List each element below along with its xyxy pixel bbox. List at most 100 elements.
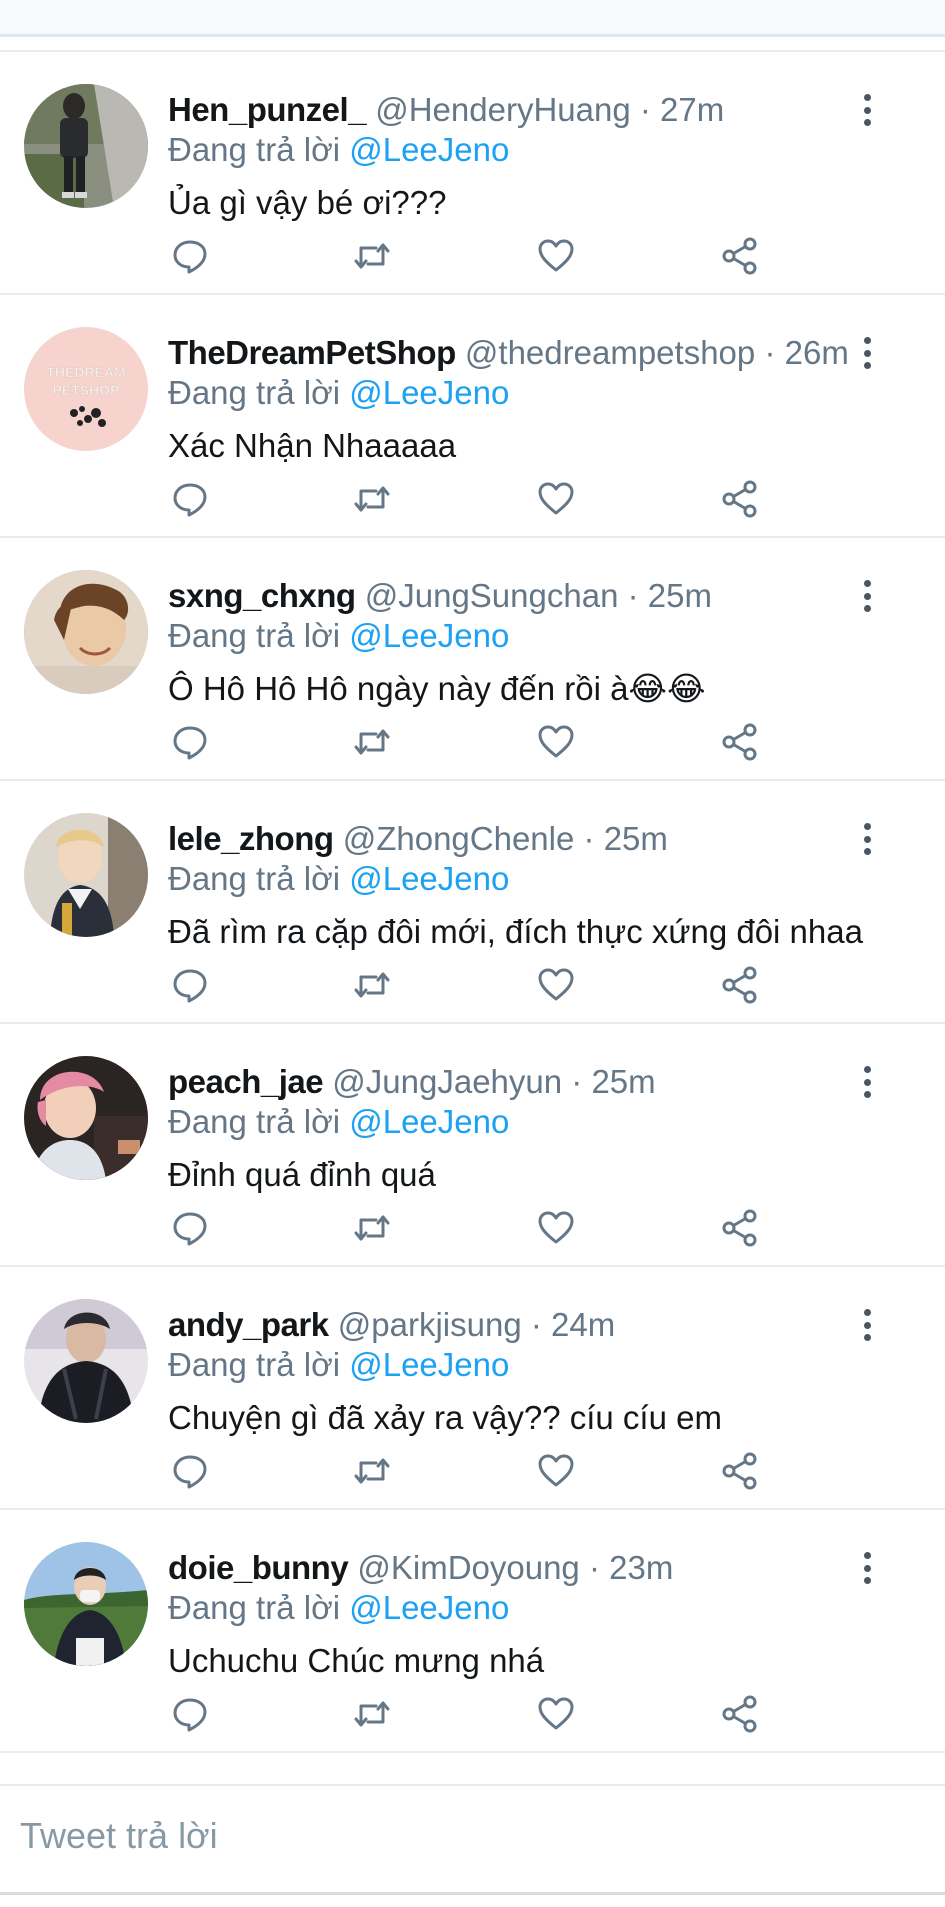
reply-tweet[interactable]: THEDREAM PETSHOP TheDreamPetShop @thedre…: [0, 295, 945, 538]
tweet-text: Uchuchu Chúc mưng nhá: [168, 1642, 545, 1679]
replying-to: Đang trả lời @LeeJeno: [168, 616, 509, 656]
timestamp[interactable]: 25m: [604, 820, 668, 857]
mention-link[interactable]: @LeeJeno: [349, 374, 509, 411]
user-handle[interactable]: @parkjisung: [338, 1306, 522, 1343]
avatar[interactable]: [24, 1299, 148, 1423]
tweet-reply-input[interactable]: [20, 1806, 900, 1866]
tweet-text: Đỉnh quá đỉnh quá: [168, 1156, 436, 1193]
reply-icon[interactable]: [168, 1206, 212, 1250]
display-name[interactable]: andy_park: [168, 1306, 329, 1343]
like-heart-icon[interactable]: [534, 963, 578, 1007]
separator-dot: ·: [530, 1306, 542, 1343]
more-options-icon[interactable]: [847, 331, 887, 375]
reply-icon[interactable]: [168, 1692, 212, 1736]
reply-tweet[interactable]: andy_park @parkjisung · 24m Đang trả lời…: [0, 1267, 945, 1510]
separator-dot: ·: [588, 1549, 600, 1586]
more-options-icon[interactable]: [847, 1546, 887, 1590]
user-handle[interactable]: @JungSungchan: [365, 577, 619, 614]
avatar[interactable]: [24, 84, 148, 208]
tweet-text: Ủa gì vậy bé ơi???: [168, 184, 447, 221]
share-icon[interactable]: [718, 234, 762, 278]
user-handle[interactable]: @KimDoyoung: [357, 1549, 579, 1586]
mention-link[interactable]: @LeeJeno: [349, 860, 509, 897]
like-heart-icon[interactable]: [534, 1206, 578, 1250]
replying-to: Đang trả lời @LeeJeno: [168, 1588, 509, 1628]
avatar[interactable]: [24, 1056, 148, 1180]
like-heart-icon[interactable]: [534, 1692, 578, 1736]
display-name[interactable]: TheDreamPetShop: [168, 334, 456, 371]
more-options-icon[interactable]: [847, 574, 887, 618]
avatar[interactable]: [24, 1542, 148, 1666]
replying-to-label: Đang trả lời: [168, 617, 341, 654]
timestamp[interactable]: 24m: [551, 1306, 615, 1343]
mention-link[interactable]: @LeeJeno: [349, 1103, 509, 1140]
avatar[interactable]: [24, 813, 148, 937]
like-heart-icon[interactable]: [534, 1449, 578, 1493]
top-divider: [0, 37, 945, 52]
retweet-icon[interactable]: [350, 720, 394, 764]
reply-icon[interactable]: [168, 234, 212, 278]
mention-link[interactable]: @LeeJeno: [349, 1589, 509, 1626]
mention-link[interactable]: @LeeJeno: [349, 617, 509, 654]
display-name[interactable]: doie_bunny: [168, 1549, 349, 1586]
mention-link[interactable]: @LeeJeno: [349, 1346, 509, 1383]
like-heart-icon[interactable]: [534, 234, 578, 278]
retweet-icon[interactable]: [350, 1692, 394, 1736]
reply-tweet[interactable]: doie_bunny @KimDoyoung · 23m Đang trả lờ…: [0, 1510, 945, 1753]
retweet-icon[interactable]: [350, 1206, 394, 1250]
reply-tweet[interactable]: sxng_chxng @JungSungchan · 25m Đang trả …: [0, 538, 945, 781]
tweet-header: lele_zhong @ZhongChenle · 25m: [168, 819, 865, 859]
share-icon[interactable]: [718, 1449, 762, 1493]
share-icon[interactable]: [718, 477, 762, 521]
display-name[interactable]: Hen_punzel_: [168, 91, 367, 128]
reply-tweet[interactable]: peach_jae @JungJaehyun · 25m Đang trả lờ…: [0, 1024, 945, 1267]
retweet-icon[interactable]: [350, 477, 394, 521]
reply-tweet[interactable]: Hen_punzel_ @HenderyHuang · 27m Đang trả…: [0, 52, 945, 295]
retweet-icon[interactable]: [350, 963, 394, 1007]
tweet-text: Ô Hô Hô Hô ngày này đến rồi à😂😂: [168, 670, 706, 707]
retweet-icon[interactable]: [350, 234, 394, 278]
separator-dot: ·: [571, 1063, 583, 1100]
user-handle[interactable]: @ZhongChenle: [343, 820, 575, 857]
user-handle[interactable]: @JungJaehyun: [332, 1063, 562, 1100]
reply-icon[interactable]: [168, 1449, 212, 1493]
timestamp[interactable]: 23m: [609, 1549, 673, 1586]
reply-composer: [0, 1784, 945, 1886]
like-heart-icon[interactable]: [534, 720, 578, 764]
retweet-icon[interactable]: [350, 1449, 394, 1493]
reply-icon[interactable]: [168, 963, 212, 1007]
avatar-logo-text: THEDREAM: [46, 364, 125, 380]
more-options-icon[interactable]: [847, 1303, 887, 1347]
separator-dot: ·: [583, 820, 595, 857]
user-handle[interactable]: @thedreampetshop: [465, 334, 755, 371]
timestamp[interactable]: 26m: [785, 334, 849, 371]
avatar[interactable]: THEDREAM PETSHOP: [24, 327, 148, 451]
replying-to-label: Đang trả lời: [168, 374, 341, 411]
display-name[interactable]: lele_zhong: [168, 820, 334, 857]
share-icon[interactable]: [718, 1206, 762, 1250]
reply-icon[interactable]: [168, 720, 212, 764]
replies-feed: Hen_punzel_ @HenderyHuang · 27m Đang trả…: [0, 52, 945, 1753]
more-options-icon[interactable]: [847, 817, 887, 861]
mention-link[interactable]: @LeeJeno: [349, 131, 509, 168]
share-icon[interactable]: [718, 720, 762, 764]
display-name[interactable]: sxng_chxng: [168, 577, 356, 614]
more-options-icon[interactable]: [847, 1060, 887, 1104]
more-options-icon[interactable]: [847, 88, 887, 132]
timestamp[interactable]: 25m: [648, 577, 712, 614]
avatar[interactable]: [24, 570, 148, 694]
display-name[interactable]: peach_jae: [168, 1063, 324, 1100]
avatar-logo-text: PETSHOP: [53, 382, 120, 398]
replying-to: Đang trả lời @LeeJeno: [168, 1345, 509, 1385]
replying-to: Đang trả lời @LeeJeno: [168, 130, 509, 170]
timestamp[interactable]: 27m: [660, 91, 724, 128]
share-icon[interactable]: [718, 1692, 762, 1736]
like-heart-icon[interactable]: [534, 477, 578, 521]
tweet-header: sxng_chxng @JungSungchan · 25m: [168, 576, 865, 616]
reply-icon[interactable]: [168, 477, 212, 521]
timestamp[interactable]: 25m: [591, 1063, 655, 1100]
replying-to-label: Đang trả lời: [168, 1589, 341, 1626]
share-icon[interactable]: [718, 963, 762, 1007]
reply-tweet[interactable]: lele_zhong @ZhongChenle · 25m Đang trả l…: [0, 781, 945, 1024]
user-handle[interactable]: @HenderyHuang: [375, 91, 630, 128]
